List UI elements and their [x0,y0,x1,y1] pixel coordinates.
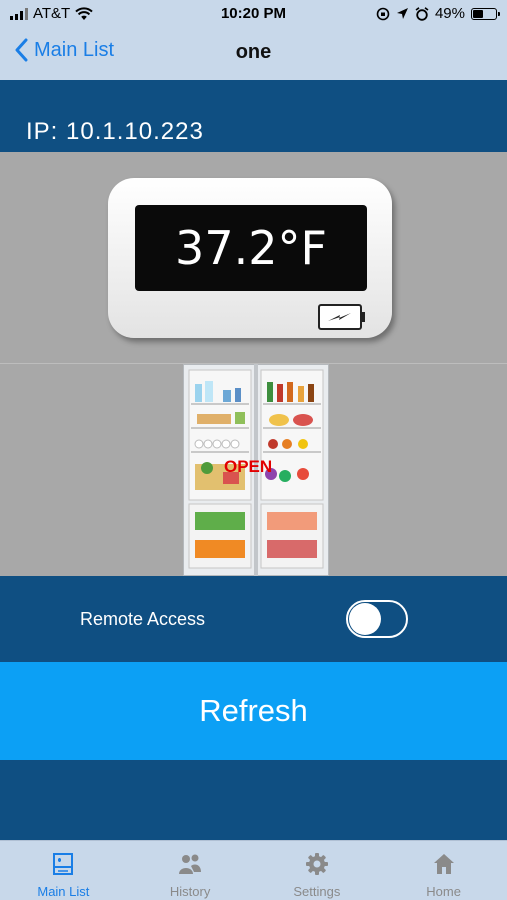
ip-header: IP: 10.1.10.223 [0,80,507,152]
navigation-bar: Main List one [0,28,507,80]
screen-lock-icon [376,7,390,20]
page-title: one [235,41,272,63]
tab-label: Main List [37,884,90,899]
temperature-screen: 37.2°F [135,205,367,291]
remote-access-toggle[interactable] [346,600,408,638]
status-bar: AT&T 10:20 PM 49% [0,0,507,28]
toggle-knob [349,603,381,635]
device-display: 37.2°F OPEN [0,152,507,576]
battery-charging-icon [318,304,365,330]
tab-label: History [169,884,211,899]
remote-access-label: Remote Access [80,609,206,629]
thermometer-panel: 37.2°F [108,178,392,338]
tab-settings[interactable]: Settings [254,841,381,900]
door-open-label: OPEN [224,457,273,476]
tab-history[interactable]: History [127,841,254,900]
home-icon [433,854,454,874]
main-list-icon [53,853,74,875]
remote-access-row: Remote Access [0,576,507,662]
location-arrow-icon [396,8,408,19]
alarm-icon [415,6,429,21]
tab-label: Home [426,884,461,899]
battery-percent: 49% [434,5,465,22]
refresh-button[interactable]: Refresh [0,662,507,760]
gear-icon [305,853,328,875]
people-icon [179,854,202,874]
ip-address: IP: 10.1.10.223 [26,118,204,145]
footer-spacer [0,760,507,840]
tab-home[interactable]: Home [380,841,507,900]
tab-bar: Main List History Settings Home [0,840,507,900]
tab-label: Settings [293,884,341,899]
tab-main-list[interactable]: Main List [0,841,127,900]
status-right: 49% [376,5,500,22]
battery-icon [471,7,500,20]
temperature-value: 37.2°F [175,221,327,275]
